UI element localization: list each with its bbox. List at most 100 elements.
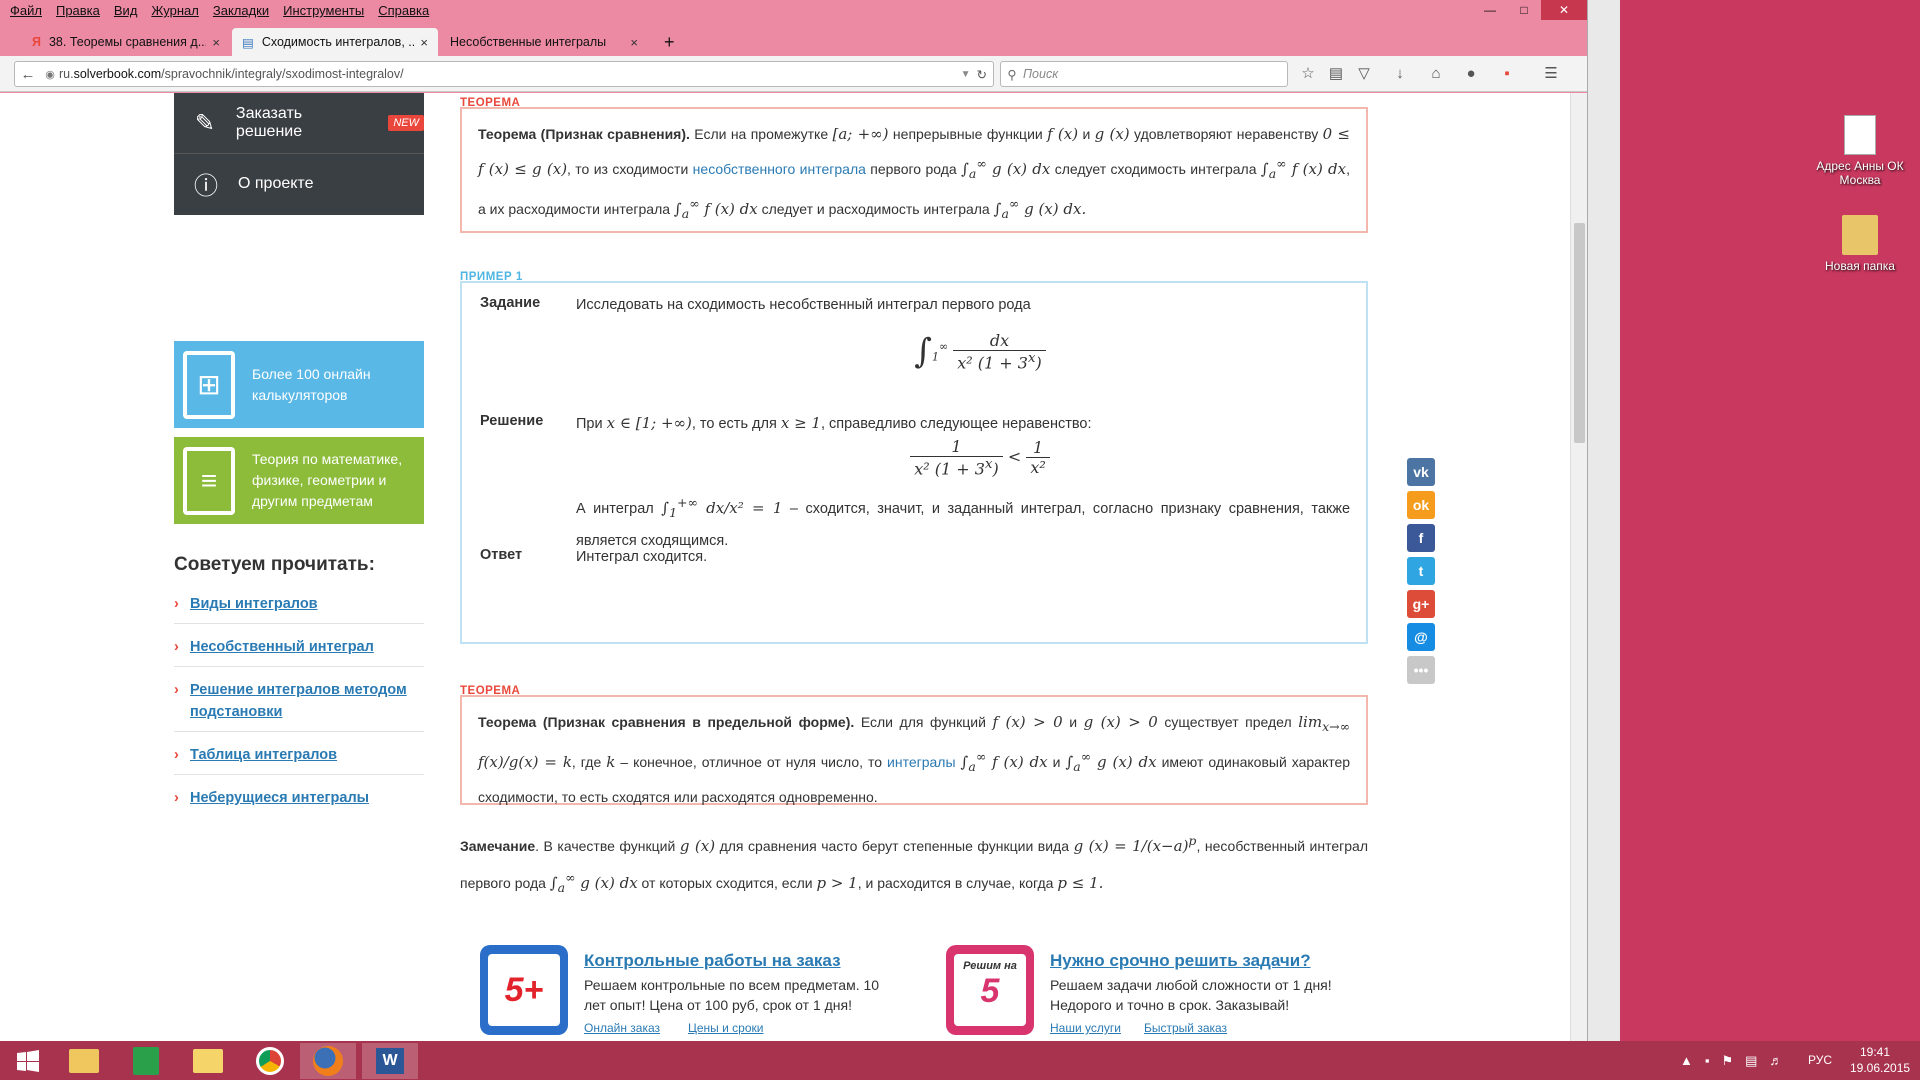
- back-arrow-icon[interactable]: ←: [15, 66, 41, 83]
- calculators-banner[interactable]: ⊞ Более 100 онлайн калькуляторов: [174, 341, 424, 428]
- addon-icon[interactable]: ▪: [1497, 64, 1517, 84]
- reload-icon[interactable]: ↻: [977, 67, 987, 82]
- ok-share-button[interactable]: ok: [1407, 491, 1435, 519]
- ad-link[interactable]: Наши услуги: [1050, 1021, 1121, 1035]
- tab-label: Сходимость интегралов, ...: [261, 35, 415, 49]
- menu-bookmarks[interactable]: Закладки: [213, 3, 269, 18]
- tab-close-icon[interactable]: ×: [420, 35, 428, 50]
- twitter-share-button[interactable]: t: [1407, 557, 1435, 585]
- tab-theorems[interactable]: Я 38. Теоремы сравнения д... ×: [22, 28, 230, 56]
- gplus-share-button[interactable]: g+: [1407, 590, 1435, 618]
- menu-icon[interactable]: ☰: [1541, 64, 1561, 84]
- ad-link[interactable]: Онлайн заказ: [584, 1021, 660, 1035]
- tray-icons: ▲ ▪ ⚑ ▤ ♬: [1680, 1053, 1782, 1069]
- search-icon: ⚲: [1007, 67, 1017, 82]
- ad-badge-solve5[interactable]: Решим на 5: [946, 945, 1034, 1035]
- firefox-icon: [313, 1046, 343, 1076]
- task-text: Исследовать на сходимость несобственный …: [576, 297, 1031, 313]
- sidebar-nav: ✎ Заказать решение NEW ⓘ О проекте: [174, 93, 424, 215]
- web-page: ✎ Заказать решение NEW ⓘ О проекте ⊞ Бол…: [0, 93, 1587, 1041]
- dropdown-arrow-icon[interactable]: ▼: [961, 69, 971, 80]
- sidebar-item-about[interactable]: ⓘ О проекте: [174, 153, 424, 213]
- tray-antivirus-icon[interactable]: ▪: [1705, 1053, 1710, 1069]
- chat-icon[interactable]: ●: [1461, 64, 1481, 84]
- task-label: Задание: [480, 295, 541, 311]
- theory-banner[interactable]: ≡ Теория по математике, физике, геометри…: [174, 437, 424, 524]
- clock-time[interactable]: 19:41: [1860, 1045, 1890, 1059]
- start-button[interactable]: [0, 1043, 56, 1079]
- ad-link[interactable]: Цены и сроки: [688, 1021, 763, 1035]
- reco-link[interactable]: › Виды интегралов: [174, 593, 424, 624]
- menu-file[interactable]: Файл: [10, 3, 42, 18]
- url-bar[interactable]: ← ◉ ru. solverbook.com/spravochnik/integr…: [14, 61, 994, 87]
- desktop-icon-document[interactable]: Адрес Анны ОК Москва: [1815, 115, 1905, 187]
- mail-share-button[interactable]: @: [1407, 623, 1435, 651]
- tray-volume-icon[interactable]: ♬: [1769, 1053, 1782, 1069]
- taskbar-word[interactable]: W: [362, 1043, 418, 1079]
- ad-badge-5plus[interactable]: 5+: [480, 945, 568, 1035]
- recommended-title: Советуем прочитать:: [174, 554, 375, 575]
- menu-view[interactable]: Вид: [114, 3, 138, 18]
- menu-help[interactable]: Справка: [378, 3, 429, 18]
- remark-title: Замечание: [460, 838, 536, 854]
- solution-conclusion: А интеграл ∫1+∞ dx/x² = 1 – сходится, зн…: [576, 495, 1351, 549]
- new-badge: NEW: [388, 115, 424, 131]
- facebook-share-button[interactable]: f: [1407, 524, 1435, 552]
- url-path: /spravochnik/integraly/sxodimost-integra…: [161, 67, 404, 81]
- tab-label: Несобственные интегралы: [450, 35, 607, 49]
- taskbar-firefox[interactable]: [300, 1043, 356, 1079]
- tray-network-icon[interactable]: ▤: [1745, 1053, 1757, 1069]
- reco-link[interactable]: › Неберущиеся интегралы: [174, 787, 424, 817]
- taskbar-chrome[interactable]: [242, 1043, 298, 1079]
- clock-date[interactable]: 19.06.2015: [1850, 1061, 1910, 1075]
- menu-edit[interactable]: Правка: [56, 3, 100, 18]
- menu-history[interactable]: Журнал: [151, 3, 198, 18]
- integrals-link[interactable]: интегралы: [887, 754, 956, 770]
- tab-close-icon[interactable]: ×: [630, 35, 638, 50]
- download-icon[interactable]: ↓: [1390, 64, 1410, 84]
- theorem-box: Теорема (Признак сравнения в предельной …: [460, 695, 1368, 805]
- chevron-right-icon: ›: [174, 639, 179, 655]
- windows-icon: [17, 1050, 39, 1072]
- reading-list-icon[interactable]: ▤: [1326, 64, 1346, 84]
- tab-convergence[interactable]: ▤ Сходимость интегралов, ... ×: [232, 28, 438, 56]
- tab-close-icon[interactable]: ×: [212, 35, 220, 50]
- maximize-button[interactable]: □: [1507, 0, 1541, 20]
- info-icon: ⓘ: [194, 173, 218, 200]
- new-tab-button[interactable]: +: [654, 28, 684, 56]
- taskbar-mail[interactable]: [180, 1043, 236, 1079]
- ad-badge-top: Решим на: [963, 960, 1017, 972]
- home-icon[interactable]: ⌂: [1426, 64, 1446, 84]
- tray-arrow-icon[interactable]: ▲: [1680, 1053, 1693, 1069]
- reco-link[interactable]: › Решение интегралов методом подстановки: [174, 679, 424, 732]
- folder-icon: [69, 1049, 99, 1073]
- taskbar-store[interactable]: [118, 1043, 174, 1079]
- reco-link[interactable]: › Несобственный интеграл: [174, 636, 424, 667]
- language-indicator[interactable]: РУС: [1808, 1053, 1832, 1067]
- mail-icon: [193, 1049, 223, 1073]
- menu-tools[interactable]: Инструменты: [283, 3, 364, 18]
- taskbar-explorer[interactable]: [56, 1043, 112, 1079]
- solution-label: Решение: [480, 413, 544, 429]
- tab-improper-integrals[interactable]: Несобственные интегралы ×: [440, 28, 648, 56]
- search-input[interactable]: ⚲ Поиск: [1000, 61, 1288, 87]
- side-window-strip: [1587, 0, 1620, 1041]
- desktop-icon-folder[interactable]: Новая папка: [1815, 215, 1905, 273]
- page-scrollbar[interactable]: [1570, 93, 1587, 1041]
- yandex-icon: Я: [32, 35, 41, 49]
- ad-title[interactable]: Нужно срочно решить задачи?: [1050, 951, 1311, 971]
- tray-flag-icon[interactable]: ⚑: [1721, 1053, 1733, 1069]
- star-icon[interactable]: ☆: [1298, 64, 1318, 84]
- vk-share-button[interactable]: vk: [1407, 458, 1435, 486]
- sidebar-item-order[interactable]: ✎ Заказать решение NEW: [174, 93, 424, 153]
- chevron-right-icon: ›: [174, 682, 179, 698]
- ad-link[interactable]: Быстрый заказ: [1144, 1021, 1227, 1035]
- close-window-button[interactable]: ✕: [1541, 0, 1587, 20]
- more-share-button[interactable]: •••: [1407, 656, 1435, 684]
- scrollbar-thumb[interactable]: [1574, 223, 1585, 443]
- improper-integral-link[interactable]: несобственного интеграла: [693, 161, 866, 177]
- minimize-button[interactable]: —: [1473, 0, 1507, 20]
- pocket-icon[interactable]: ▽: [1354, 64, 1374, 84]
- reco-link[interactable]: › Таблица интегралов: [174, 744, 424, 775]
- ad-title[interactable]: Контрольные работы на заказ: [584, 951, 841, 971]
